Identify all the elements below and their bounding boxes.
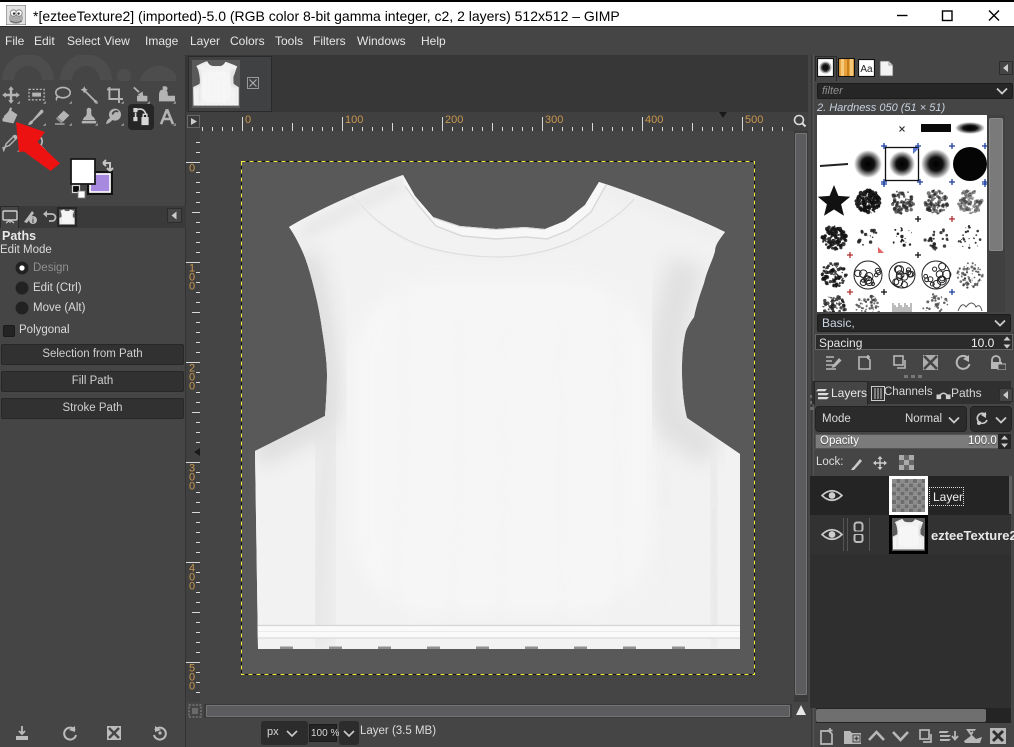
svg-text:0: 0 <box>189 381 195 393</box>
svg-text:100: 100 <box>345 114 363 126</box>
svg-text:0: 0 <box>189 581 195 593</box>
svg-text:500: 500 <box>745 114 763 126</box>
svg-text:0: 0 <box>189 163 195 175</box>
svg-text:400: 400 <box>645 114 663 126</box>
svg-text:0: 0 <box>245 114 251 126</box>
svg-text:0: 0 <box>189 281 195 293</box>
svg-text:i: i <box>32 218 34 225</box>
svg-text:0: 0 <box>189 481 195 493</box>
svg-text:0: 0 <box>189 681 195 693</box>
svg-text:300: 300 <box>545 114 563 126</box>
svg-text:Aa: Aa <box>860 64 873 75</box>
svg-text:200: 200 <box>445 114 463 126</box>
